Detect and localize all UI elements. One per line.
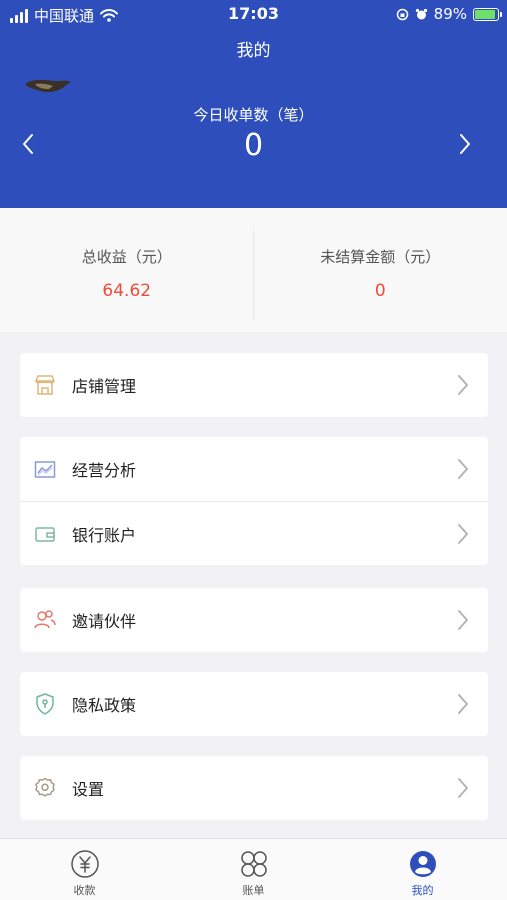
header: 中国联通 17:03 89% 我的 今日收单数（笔） 0 [0, 0, 507, 208]
chevron-right-icon [460, 134, 470, 154]
store-icon [32, 372, 58, 398]
battery-percent: 89% [433, 5, 467, 23]
menu-item-settings[interactable]: 设置 [20, 756, 488, 820]
chevron-right-icon [458, 610, 468, 630]
total-income-block: 总收益（元） 64.62 [0, 208, 254, 332]
tab-label: 我的 [411, 884, 434, 897]
chevron-right-icon [458, 778, 468, 798]
shield-icon [32, 691, 58, 717]
unsettled-value: 0 [374, 281, 386, 301]
unsettled-block: 未结算金额（元） 0 [254, 208, 507, 332]
chevron-left-icon [23, 134, 33, 154]
user-icon [409, 851, 436, 877]
menu-item-invite[interactable]: 邀请伙伴 [20, 588, 488, 652]
settings-card: 设置 [20, 756, 488, 820]
prev-day-button[interactable] [16, 128, 40, 160]
store-card: 店铺管理 [20, 353, 488, 417]
status-right: 89% [396, 5, 502, 23]
chevron-right-icon [458, 694, 468, 714]
people-icon [32, 607, 58, 633]
menu-item-bank[interactable]: 银行账户 [20, 501, 488, 565]
tab-mine[interactable]: 我的 [338, 839, 507, 900]
orders-label: 今日收单数（笔） [193, 106, 314, 124]
tab-label: 收款 [73, 884, 96, 897]
finance-card: 经营分析 银行账户 [20, 437, 488, 565]
invite-card: 邀请伙伴 [20, 588, 488, 652]
privacy-card: 隐私政策 [20, 672, 488, 736]
lock-rotation-icon [396, 8, 408, 20]
next-day-button[interactable] [453, 128, 477, 160]
chevron-right-icon [458, 524, 468, 544]
tab-collect[interactable]: 收款 [0, 839, 169, 900]
grid-icon [240, 851, 267, 877]
status-bar: 中国联通 17:03 89% [0, 0, 507, 28]
alarm-icon [415, 8, 427, 19]
chart-icon [32, 456, 58, 482]
yen-icon [70, 850, 99, 878]
unsettled-label: 未结算金额（元） [320, 248, 441, 266]
menu-item-store[interactable]: 店铺管理 [20, 353, 488, 417]
avatar[interactable] [25, 78, 71, 96]
total-income-label: 总收益（元） [81, 248, 172, 266]
menu-item-label: 设置 [72, 780, 105, 799]
menu-item-label: 隐私政策 [72, 696, 137, 715]
gear-icon [32, 775, 58, 801]
menu-item-label: 经营分析 [72, 461, 137, 480]
tab-bar: 收款 账单 我的 [0, 838, 507, 900]
chevron-right-icon [458, 375, 468, 395]
menu-item-label: 邀请伙伴 [72, 612, 137, 631]
tab-bills[interactable]: 账单 [169, 839, 338, 900]
orders-value: 0 [243, 128, 264, 163]
chevron-right-icon [458, 459, 468, 479]
menu-item-analysis[interactable]: 经营分析 [20, 437, 488, 501]
menu-item-label: 银行账户 [72, 525, 137, 545]
total-income-value: 64.62 [102, 281, 152, 301]
menu-item-label: 店铺管理 [72, 377, 137, 396]
menu-item-privacy[interactable]: 隐私政策 [20, 672, 488, 736]
wallet-icon [32, 521, 58, 547]
page-title: 我的 [236, 41, 271, 61]
earnings-summary: 总收益（元） 64.62 未结算金额（元） 0 [0, 208, 507, 332]
battery-icon [473, 7, 502, 21]
tab-label: 账单 [242, 884, 265, 897]
